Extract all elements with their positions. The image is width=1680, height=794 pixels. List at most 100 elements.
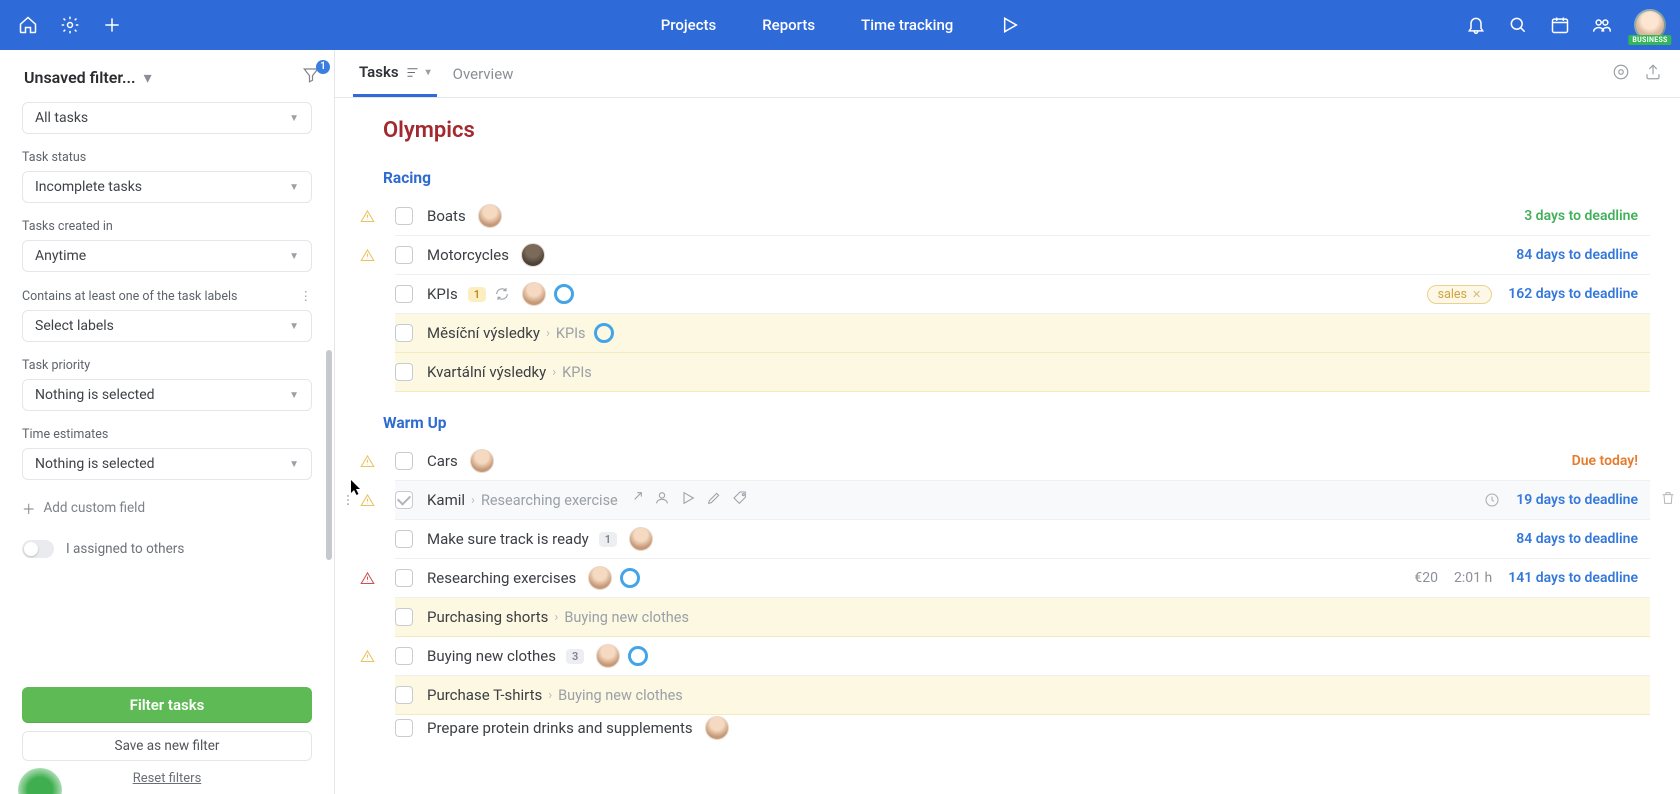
task-row[interactable]: CarsDue today!	[395, 442, 1650, 481]
nav-projects[interactable]: Projects	[661, 16, 717, 34]
trash-icon[interactable]	[1660, 490, 1676, 510]
add-custom-field[interactable]: ＋Add custom field	[22, 498, 312, 518]
task-name: Měsíční výsledky	[427, 324, 540, 342]
task-priority-select[interactable]: Nothing is selected▼	[22, 379, 312, 411]
sidebar-scrollbar[interactable]	[326, 350, 332, 560]
bell-icon[interactable]	[1466, 15, 1486, 35]
filter-funnel-icon[interactable]: 1	[302, 66, 320, 88]
filter-count-badge: 1	[316, 60, 330, 74]
assigned-toggle[interactable]	[22, 540, 54, 558]
task-checkbox[interactable]	[395, 363, 413, 381]
reset-filters-link[interactable]: Reset filters	[22, 771, 312, 786]
task-labels-select[interactable]: Select labels▼	[22, 310, 312, 342]
task-checkbox[interactable]	[395, 491, 413, 509]
task-row[interactable]: Purchase T-shirts›Buying new clothes	[395, 676, 1650, 715]
task-checkbox[interactable]	[395, 647, 413, 665]
task-name: Boats	[427, 207, 466, 225]
assignee-avatar[interactable]	[470, 449, 494, 473]
assignee-avatar[interactable]	[478, 204, 502, 228]
task-name: Prepare protein drinks and supplements	[427, 719, 693, 737]
plus-icon[interactable]	[102, 15, 122, 35]
task-status-select[interactable]: Incomplete tasks▼	[22, 171, 312, 203]
people-icon[interactable]	[1592, 15, 1612, 35]
tag-icon[interactable]	[732, 490, 748, 510]
assignee-avatar[interactable]	[588, 566, 612, 590]
task-crumb: Researching exercise	[481, 492, 618, 509]
tab-tasks[interactable]: Tasks ▾	[353, 50, 437, 97]
task-row[interactable]: Motorcycles84 days to deadline	[395, 236, 1650, 275]
progress-ring	[620, 568, 640, 588]
section-title[interactable]: Racing	[383, 169, 1650, 187]
warning-icon	[359, 492, 375, 508]
task-name: Make sure track is ready	[427, 530, 589, 548]
assignee-avatar[interactable]	[522, 282, 546, 306]
task-deadline: 19 days to deadline	[1516, 492, 1638, 508]
home-icon[interactable]	[18, 15, 38, 35]
task-checkbox[interactable]	[395, 686, 413, 704]
task-row[interactable]: Purchasing shorts›Buying new clothes	[395, 598, 1650, 637]
task-row[interactable]: Make sure track is ready184 days to dead…	[395, 520, 1650, 559]
task-deadline: 84 days to deadline	[1516, 247, 1638, 263]
gear-icon[interactable]	[60, 15, 80, 35]
view-settings-icon[interactable]	[1612, 63, 1630, 85]
view-tabs: Tasks ▾ Overview	[335, 50, 1680, 98]
play-row-icon[interactable]	[680, 490, 696, 510]
task-row[interactable]: Kvartální výsledky›KPIs	[395, 353, 1650, 392]
section-title[interactable]: Warm Up	[383, 414, 1650, 432]
tasks-created-select[interactable]: Anytime▼	[22, 240, 312, 272]
task-checkbox[interactable]	[395, 719, 413, 737]
filter-title[interactable]: Unsaved filter...	[24, 68, 136, 87]
task-name: Kvartální výsledky	[427, 363, 546, 381]
task-name: Buying new clothes	[427, 647, 556, 665]
task-priority-label: Task priority	[22, 358, 312, 373]
task-row[interactable]: Prepare protein drinks and supplements	[395, 715, 1650, 741]
tasks-scope-select[interactable]: All tasks▼	[22, 102, 312, 134]
assignee-avatar[interactable]	[629, 527, 653, 551]
calendar-icon[interactable]	[1550, 15, 1570, 35]
task-checkbox[interactable]	[395, 569, 413, 587]
task-deadline: 84 days to deadline	[1516, 531, 1638, 547]
progress-ring	[554, 284, 574, 304]
task-row[interactable]: Kamil›Researching exercise19 days to dea…	[395, 481, 1650, 520]
task-checkbox[interactable]	[395, 246, 413, 264]
task-row[interactable]: Měsíční výsledky›KPIs	[395, 314, 1650, 353]
row-menu-icon[interactable]	[341, 490, 355, 510]
labels-menu-icon[interactable]: ⋮	[300, 288, 313, 304]
assign-icon[interactable]	[654, 490, 670, 510]
warning-icon	[359, 247, 375, 263]
task-checkbox[interactable]	[395, 285, 413, 303]
open-icon[interactable]	[628, 490, 644, 510]
assignee-avatar[interactable]	[521, 243, 545, 267]
edit-icon[interactable]	[706, 490, 722, 510]
nav-reports[interactable]: Reports	[762, 16, 815, 34]
user-avatar[interactable]: BUSINESS	[1634, 9, 1666, 41]
task-crumb: KPIs	[556, 325, 586, 342]
warning-icon	[359, 453, 375, 469]
task-checkbox[interactable]	[395, 608, 413, 626]
nav-time-tracking[interactable]: Time tracking	[861, 16, 953, 34]
search-icon[interactable]	[1508, 15, 1528, 35]
task-row[interactable]: Boats3 days to deadline	[395, 197, 1650, 236]
task-name: Researching exercises	[427, 569, 576, 587]
task-row[interactable]: Researching exercises€202:01 h141 days t…	[395, 559, 1650, 598]
save-filter-button[interactable]: Save as new filter	[22, 731, 312, 761]
task-checkbox[interactable]	[395, 452, 413, 470]
assignee-avatar[interactable]	[596, 644, 620, 668]
assignee-avatar[interactable]	[705, 716, 729, 740]
task-row[interactable]: KPIs1sales✕162 days to deadline	[395, 275, 1650, 314]
filter-tasks-button[interactable]: Filter tasks	[22, 687, 312, 723]
task-list: Olympics RacingBoats3 days to deadlineMo…	[335, 98, 1680, 794]
share-icon[interactable]	[1644, 63, 1662, 85]
top-bar: Projects Reports Time tracking BUSINESS	[0, 0, 1680, 50]
task-deadline: 162 days to deadline	[1508, 286, 1638, 302]
label-tag[interactable]: sales✕	[1427, 285, 1493, 304]
task-row[interactable]: Buying new clothes3	[395, 637, 1650, 676]
task-checkbox[interactable]	[395, 207, 413, 225]
play-icon[interactable]	[999, 15, 1019, 35]
chevron-down-icon[interactable]: ▾	[144, 68, 152, 87]
task-checkbox[interactable]	[395, 324, 413, 342]
tab-overview[interactable]: Overview	[447, 50, 520, 97]
plan-badge: BUSINESS	[1628, 35, 1671, 45]
task-checkbox[interactable]	[395, 530, 413, 548]
time-estimates-select[interactable]: Nothing is selected▼	[22, 448, 312, 480]
